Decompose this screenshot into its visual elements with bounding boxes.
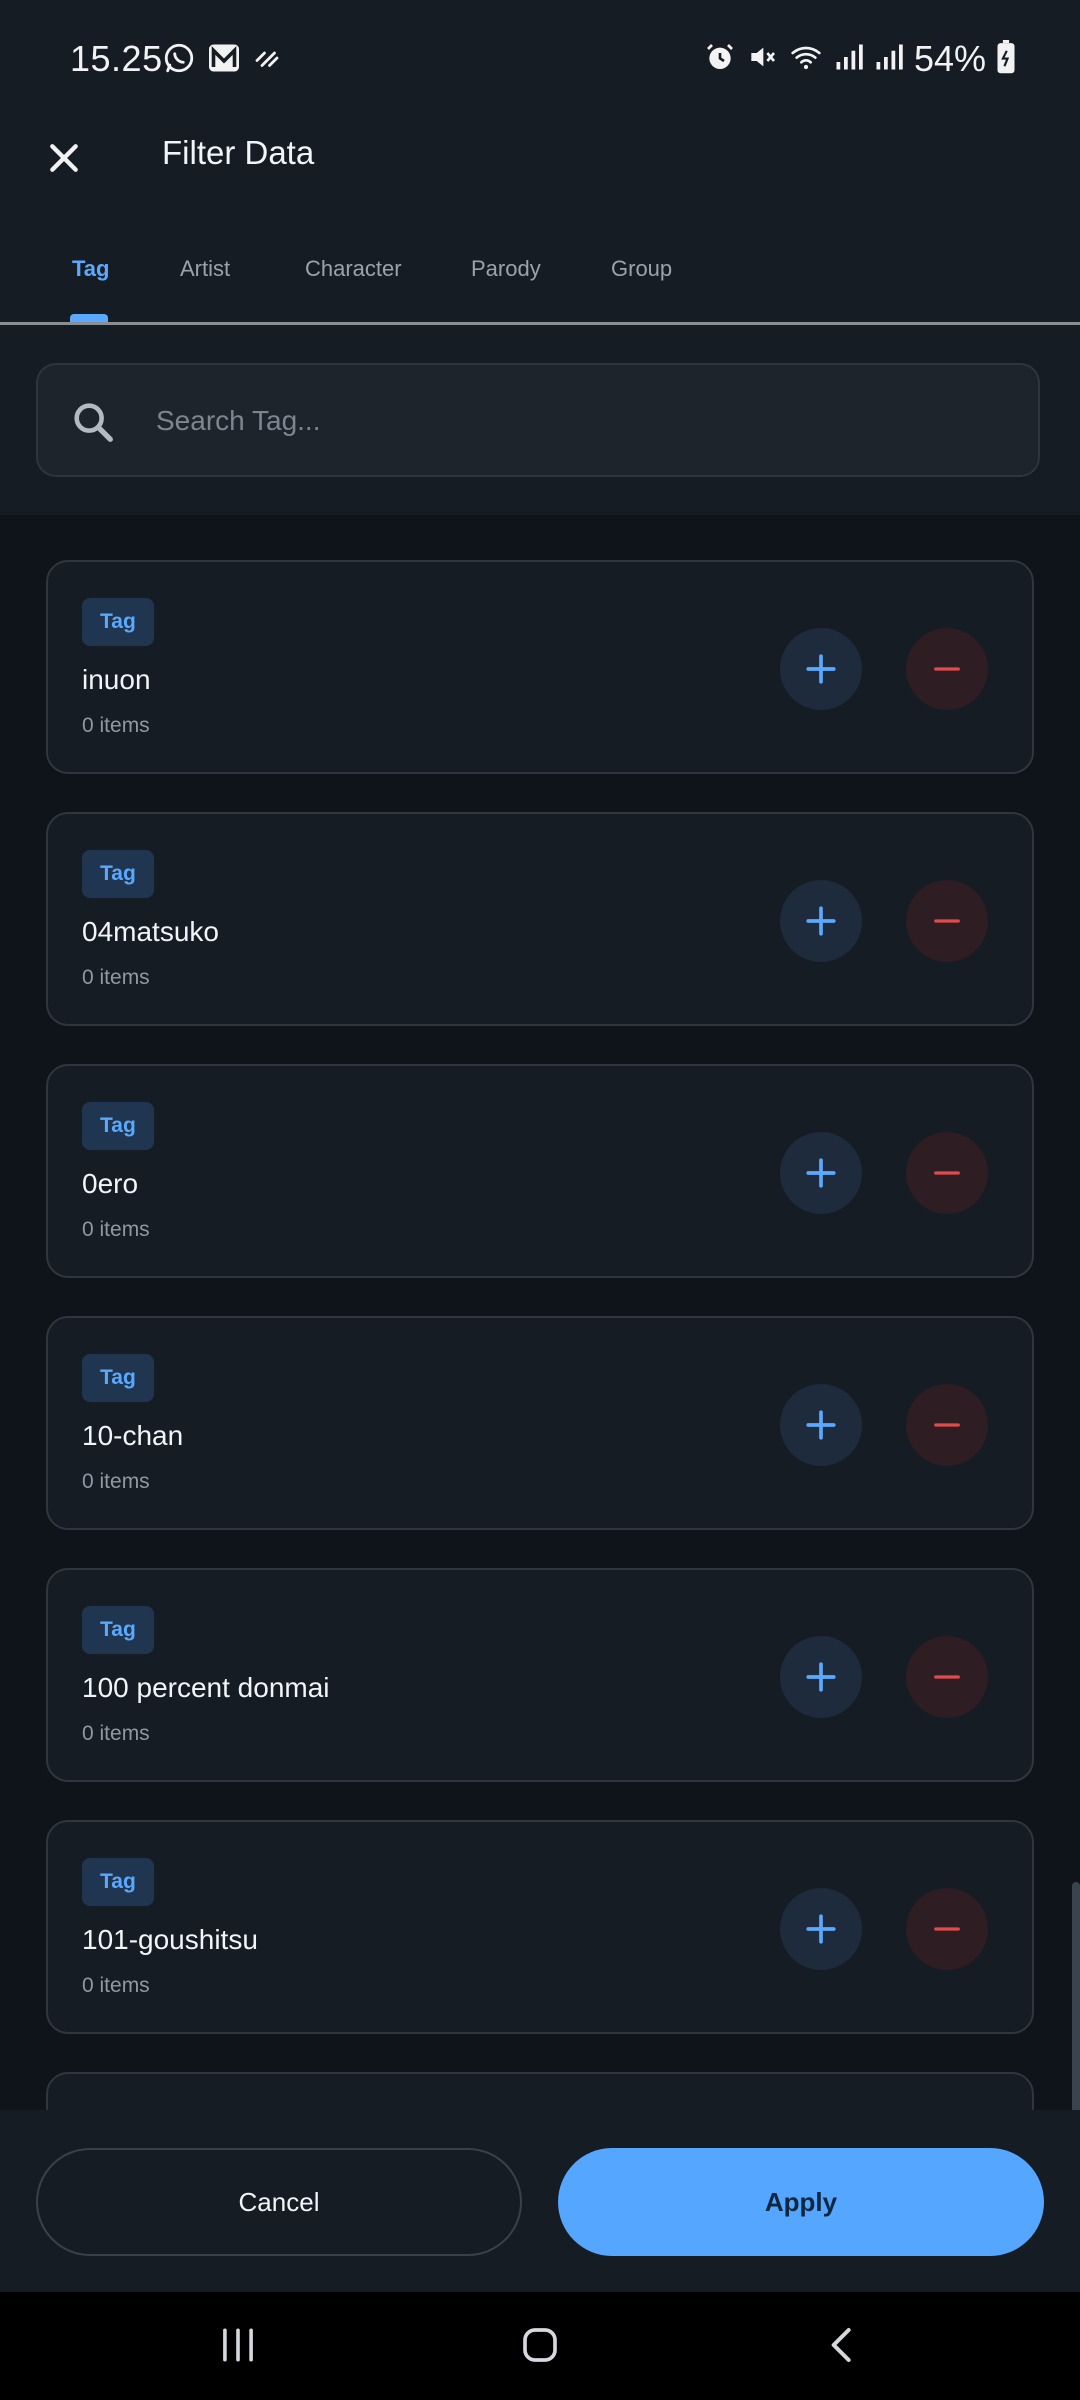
search-input[interactable] bbox=[154, 395, 1018, 447]
list-item: Tag 0ero 0 items bbox=[46, 1064, 1034, 1278]
close-button[interactable] bbox=[38, 132, 90, 184]
plus-icon bbox=[806, 1158, 836, 1188]
sync-wave-icon bbox=[252, 43, 282, 78]
item-count: 0 items bbox=[82, 966, 150, 989]
type-badge: Tag bbox=[82, 1858, 154, 1906]
tab-parody[interactable]: Parody bbox=[471, 256, 541, 282]
include-button[interactable] bbox=[780, 1636, 862, 1718]
tab-group[interactable]: Group bbox=[611, 256, 672, 282]
page-title: Filter Data bbox=[162, 134, 315, 171]
item-count: 0 items bbox=[82, 1470, 150, 1493]
home-icon bbox=[523, 2328, 557, 2362]
item-name: 100 percent donmai bbox=[82, 1672, 330, 1703]
item-name: 101-goushitsu bbox=[82, 1924, 258, 1955]
action-bar: Cancel Apply bbox=[0, 2110, 1080, 2292]
type-badge: Tag bbox=[82, 1102, 154, 1150]
list-item: Tag 10-chan 0 items bbox=[46, 1316, 1034, 1530]
whatsapp-icon bbox=[162, 41, 196, 80]
exclude-button[interactable] bbox=[906, 880, 988, 962]
item-count: 0 items bbox=[82, 1722, 150, 1745]
system-nav-bar bbox=[0, 2292, 1080, 2400]
plus-icon bbox=[806, 1914, 836, 1944]
item-name: 04matsuko bbox=[82, 916, 219, 947]
type-badge: Tag bbox=[82, 1354, 154, 1402]
mail-m-icon bbox=[206, 40, 242, 81]
search-box[interactable] bbox=[36, 363, 1040, 477]
recents-button[interactable] bbox=[208, 2320, 268, 2370]
recents-icon bbox=[223, 2328, 253, 2362]
tab-character[interactable]: Character bbox=[305, 256, 402, 282]
plus-icon bbox=[806, 1410, 836, 1440]
status-time: 15.25 bbox=[70, 38, 163, 79]
mute-icon bbox=[746, 41, 778, 78]
tab-bar: Tag Artist Character Parody Group bbox=[0, 220, 1080, 325]
item-count: 0 items bbox=[82, 1974, 150, 1997]
cancel-button[interactable]: Cancel bbox=[36, 2148, 522, 2256]
list-item-partial bbox=[46, 2072, 1034, 2110]
item-count: 0 items bbox=[82, 1218, 150, 1241]
list-item: Tag 100 percent donmai 0 items bbox=[46, 1568, 1034, 1782]
list-item: Tag 101-goushitsu 0 items bbox=[46, 1820, 1034, 2034]
scrollbar-thumb[interactable] bbox=[1072, 1882, 1080, 2126]
minus-icon bbox=[934, 919, 960, 923]
search-area bbox=[0, 325, 1080, 515]
minus-icon bbox=[934, 1171, 960, 1175]
tab-artist[interactable]: Artist bbox=[180, 256, 230, 282]
list-item: Tag inuon 0 items bbox=[46, 560, 1034, 774]
minus-icon bbox=[934, 1927, 960, 1931]
type-badge: Tag bbox=[82, 1606, 154, 1654]
back-button[interactable] bbox=[812, 2320, 872, 2370]
include-button[interactable] bbox=[780, 880, 862, 962]
wifi-icon bbox=[788, 41, 824, 78]
tag-list[interactable]: Tag inuon 0 items Tag 04matsuko 0 items … bbox=[0, 515, 1080, 2110]
minus-icon bbox=[934, 1675, 960, 1679]
exclude-button[interactable] bbox=[906, 1132, 988, 1214]
item-name: 10-chan bbox=[82, 1420, 184, 1451]
minus-icon bbox=[934, 667, 960, 671]
signal-icon bbox=[874, 42, 904, 77]
list-item: Tag 04matsuko 0 items bbox=[46, 812, 1034, 1026]
apply-button[interactable]: Apply bbox=[558, 2148, 1044, 2256]
status-right: 54% bbox=[704, 38, 1016, 80]
exclude-button[interactable] bbox=[906, 1636, 988, 1718]
plus-icon bbox=[806, 1662, 836, 1692]
item-name: 0ero bbox=[82, 1168, 139, 1199]
back-icon bbox=[831, 2328, 851, 2362]
include-button[interactable] bbox=[780, 1132, 862, 1214]
minus-icon bbox=[934, 1423, 960, 1427]
alarm-icon bbox=[704, 41, 736, 78]
app-bar: Filter Data bbox=[0, 120, 1080, 220]
search-icon bbox=[74, 403, 113, 442]
battery-icon bbox=[996, 39, 1016, 79]
plus-icon bbox=[806, 654, 836, 684]
signal-icon bbox=[834, 42, 864, 77]
include-button[interactable] bbox=[780, 1888, 862, 1970]
home-button[interactable] bbox=[510, 2320, 570, 2370]
exclude-button[interactable] bbox=[906, 1888, 988, 1970]
exclude-button[interactable] bbox=[906, 628, 988, 710]
active-tab-indicator bbox=[70, 314, 108, 322]
include-button[interactable] bbox=[780, 1384, 862, 1466]
include-button[interactable] bbox=[780, 628, 862, 710]
filter-data-screen: 15.25 54% Filter Data Tag Artist Charact… bbox=[0, 0, 1080, 2400]
item-name: inuon bbox=[82, 664, 151, 695]
exclude-button[interactable] bbox=[906, 1384, 988, 1466]
type-badge: Tag bbox=[82, 598, 154, 646]
status-left-icons bbox=[162, 40, 282, 81]
plus-icon bbox=[806, 906, 836, 936]
status-bar: 15.25 54% bbox=[0, 0, 1080, 120]
item-count: 0 items bbox=[82, 714, 150, 737]
close-icon bbox=[50, 144, 78, 172]
tab-tag[interactable]: Tag bbox=[72, 256, 109, 282]
battery-percent: 54% bbox=[913, 38, 986, 79]
type-badge: Tag bbox=[82, 850, 154, 898]
